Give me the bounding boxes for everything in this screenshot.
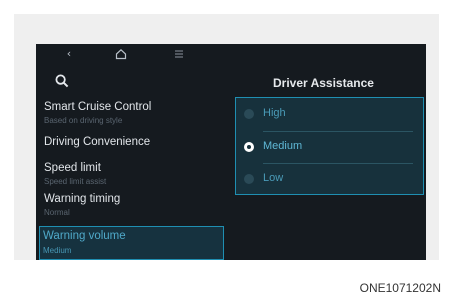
menu-item-label: Warning volume — [43, 230, 126, 242]
option-label: Medium — [263, 140, 303, 152]
menu-item-warning-volume[interactable]: Warning volume Medium — [39, 226, 224, 260]
menu-item-label: Warning timing — [44, 193, 121, 205]
home-icon[interactable] — [114, 47, 128, 64]
search-icon[interactable] — [55, 74, 73, 92]
top-navigation-bar: ‹ — [36, 44, 426, 66]
menu-item-speed-limit[interactable]: Speed limit Speed limit assist — [36, 159, 222, 191]
option-label: High — [263, 107, 286, 119]
menu-icon[interactable] — [172, 47, 186, 62]
menu-item-sublabel: Normal — [44, 208, 70, 217]
menu-item-label: Driving Convenience — [44, 136, 151, 148]
back-icon[interactable]: ‹ — [62, 47, 76, 61]
figure-caption: ONE1071202N — [359, 281, 441, 295]
menu-item-label: Speed limit — [44, 162, 101, 174]
menu-item-sublabel: Based on driving style — [44, 116, 123, 125]
radio-button[interactable] — [244, 142, 254, 152]
warning-volume-options: High Medium Low — [235, 97, 424, 195]
option-label: Low — [263, 172, 284, 184]
menu-item-sublabel: Speed limit assist — [44, 177, 107, 186]
radio-button[interactable] — [244, 109, 254, 119]
menu-item-label: Smart Cruise Control — [44, 101, 152, 113]
option-low[interactable]: Low — [236, 164, 422, 196]
menu-item-smart-cruise-control[interactable]: Smart Cruise Control Based on driving st… — [36, 98, 222, 130]
radio-button[interactable] — [244, 174, 254, 184]
menu-item-warning-timing[interactable]: Warning timing Normal — [36, 190, 222, 222]
option-medium[interactable]: Medium — [236, 132, 422, 164]
menu-item-sublabel: Medium — [43, 246, 72, 255]
option-high[interactable]: High — [236, 99, 422, 131]
panel-title: Driver Assistance — [273, 76, 374, 90]
infotainment-screen: ‹ Smart Cruise Control Based on driving … — [36, 44, 426, 260]
